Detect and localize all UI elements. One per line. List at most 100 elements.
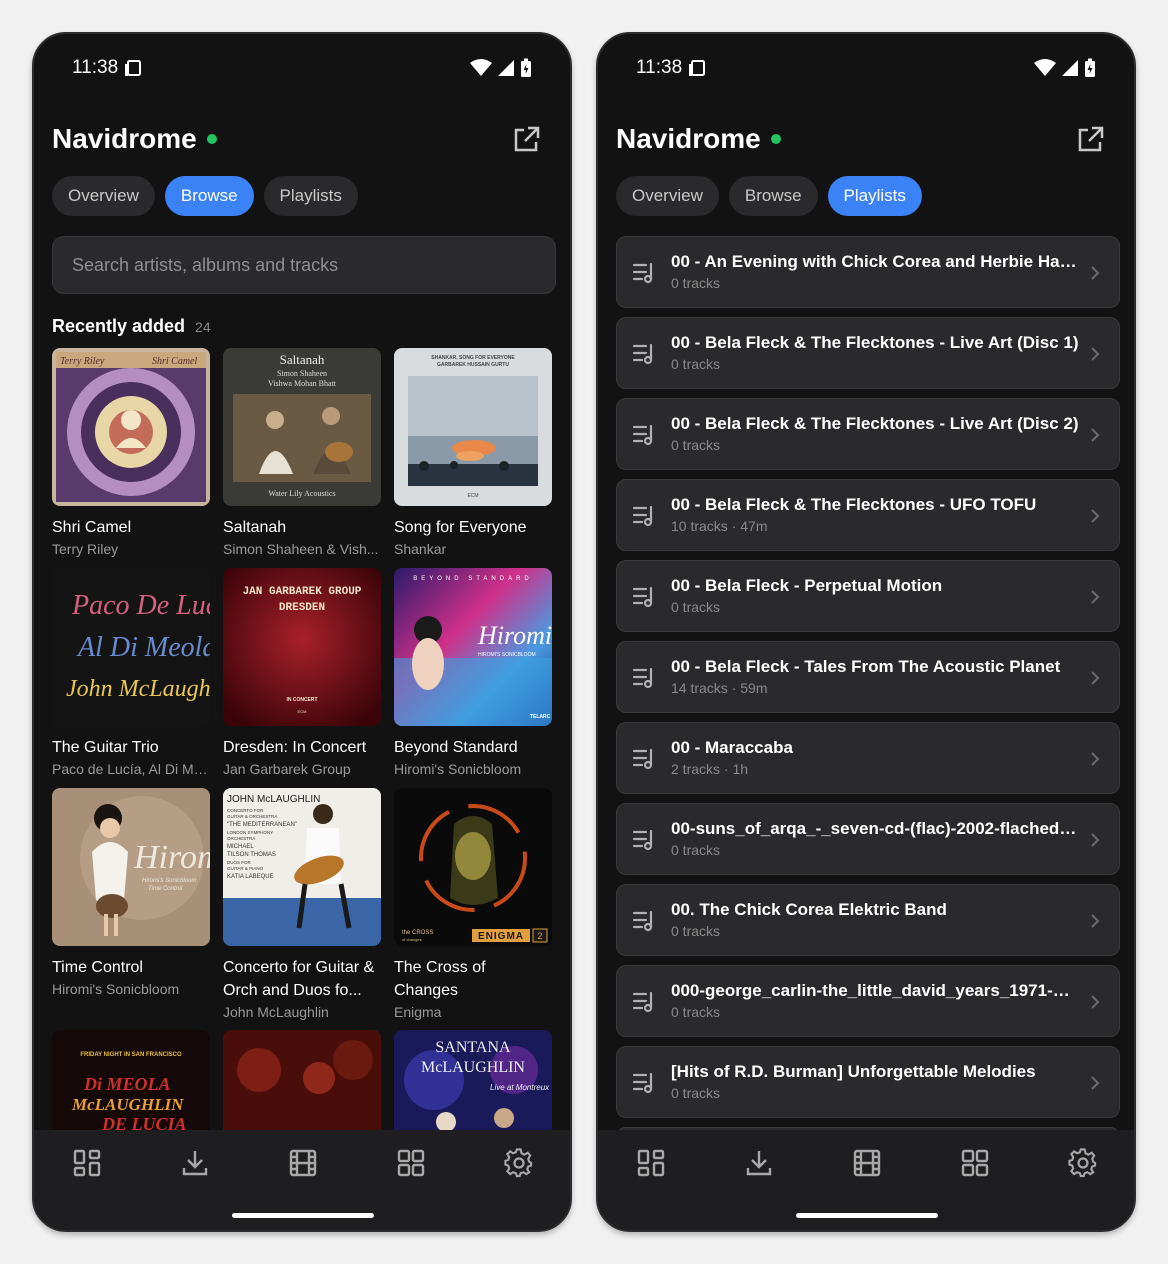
playlist-name: 00 - An Evening with Chick Corea and Her… <box>671 252 1079 271</box>
tab-playlists[interactable]: Playlists <box>827 176 922 216</box>
playlist-row[interactable]: 00-suns_of_arqa_-_seven-cd-(flac)-2002-f… <box>616 803 1120 875</box>
album-artist: Hiromi's Sonicbloom <box>394 761 522 777</box>
chevron-right-icon <box>1091 347 1100 361</box>
album-card[interactable]: Terry Riley Shri Camel Shri Camel Terry … <box>52 348 210 559</box>
album-card[interactable]: JOHN McLAUGHLIN CONCERTO FOR GUITAR & OR… <box>223 788 381 1022</box>
tab-browse[interactable]: Browse <box>164 176 254 216</box>
playlist-icon <box>632 586 653 608</box>
open-external-icon[interactable] <box>1074 124 1106 156</box>
home-indicator[interactable] <box>232 1213 374 1218</box>
film-icon[interactable] <box>852 1148 882 1178</box>
playlist-meta: 0 tracks <box>671 923 721 939</box>
playlist-row[interactable]: 00 - Bela Fleck & The Flecktones - Live … <box>616 398 1120 470</box>
phone-browse: 11:38 Navidrome Overview Browse Playlist… <box>32 32 572 1232</box>
album-title: Shri Camel <box>52 519 132 536</box>
chevron-right-icon <box>1091 266 1100 280</box>
album-card[interactable]: SHANKAR, SONG FOR EVERYONE GARBAREK HUSS… <box>394 348 552 559</box>
apps-grid-icon[interactable] <box>960 1148 990 1178</box>
section-header: Recently added 24 <box>52 316 211 337</box>
playlist-row[interactable]: 00 - Bela Fleck - Tales From The Acousti… <box>616 641 1120 713</box>
playlist-row[interactable]: 00 - Maraccaba 2 tracks · 1h <box>616 722 1120 794</box>
svg-text:HIROMI'S SONICBLOOM: HIROMI'S SONICBLOOM <box>478 652 536 658</box>
svg-text:Water Lily Acoustics: Water Lily Acoustics <box>268 489 335 498</box>
album-title: The Cross of Changes <box>394 959 486 999</box>
playlist-name: 00 - Bela Fleck & The Flecktones - UFO T… <box>671 495 1037 514</box>
tab-overview[interactable]: Overview <box>616 176 719 216</box>
tab-overview[interactable]: Overview <box>52 176 155 216</box>
dashboard-icon[interactable] <box>636 1148 666 1178</box>
album-card[interactable]: Paco De Lucia Al Di Meola John McLaughli… <box>52 568 210 779</box>
svg-text:John McLaughlin: John McLaughlin <box>66 676 210 702</box>
bottom-nav <box>598 1130 1134 1230</box>
chevron-right-icon <box>1091 428 1100 442</box>
playlist-row[interactable]: 00. The Chick Corea Elektric Band 0 track… <box>616 884 1120 956</box>
svg-text:TILSON THOMAS: TILSON THOMAS <box>227 852 276 858</box>
playlist-meta: 2 tracks · 1h <box>671 761 749 777</box>
svg-text:Live at Montreux: Live at Montreux <box>490 1083 550 1092</box>
dashboard-icon[interactable] <box>72 1148 102 1178</box>
svg-text:ORCHESTRA: ORCHESTRA <box>227 836 255 841</box>
phone-playlists: 11:38 Navidrome Overview Browse Playlist… <box>596 32 1136 1232</box>
svg-text:IN CONCERT: IN CONCERT <box>286 697 317 703</box>
album-card[interactable]: JAN GARBAREK GROUP DRESDEN IN CONCERT EC… <box>223 568 381 779</box>
playlist-meta: 14 tracks · 59m <box>671 680 768 696</box>
svg-text:LONDON SYMPHONY: LONDON SYMPHONY <box>227 830 273 835</box>
playlist-row[interactable]: 00 - Bela Fleck - Perpetual Motion 0 trac… <box>616 560 1120 632</box>
svg-text:CONCERTO FOR: CONCERTO FOR <box>227 808 264 813</box>
album-card[interactable]: Hiromi Hiromi's Sonicbloom Time Control … <box>52 788 210 999</box>
tab-browse[interactable]: Browse <box>728 176 818 216</box>
status-bar: 11:38 <box>72 54 532 82</box>
search-input[interactable] <box>72 254 555 276</box>
album-cover: Paco De Lucia Al Di Meola John McLaughli… <box>52 568 210 726</box>
album-title: Song for Everyone <box>394 519 527 536</box>
album-card[interactable]: the CROSS of changes ENIGMA 2 The Cross … <box>394 788 552 1022</box>
svg-text:ECM: ECM <box>467 493 478 499</box>
album-title: Saltanah <box>223 519 287 536</box>
settings-gear-icon[interactable] <box>504 1148 534 1178</box>
svg-text:Paco De Lucia: Paco De Lucia <box>71 590 210 621</box>
apps-grid-icon[interactable] <box>396 1148 426 1178</box>
home-indicator[interactable] <box>796 1213 938 1218</box>
open-external-icon[interactable] <box>510 124 542 156</box>
svg-text:Simon Shaheen: Simon Shaheen <box>277 369 327 378</box>
download-icon[interactable] <box>180 1148 210 1178</box>
svg-text:GUITAR & PIANO: GUITAR & PIANO <box>227 866 264 871</box>
download-icon[interactable] <box>744 1148 774 1178</box>
svg-text:DRESDEN: DRESDEN <box>279 602 325 614</box>
online-status-dot <box>770 134 781 144</box>
album-cover: JOHN McLAUGHLIN CONCERTO FOR GUITAR & OR… <box>223 788 381 946</box>
svg-text:GARBAREK HUSSAIN GURTU: GARBAREK HUSSAIN GURTU <box>437 362 509 368</box>
playlist-icon <box>632 667 653 689</box>
tab-playlists[interactable]: Playlists <box>263 176 358 216</box>
album-cover: Hiromi Hiromi's Sonicbloom Time Control <box>52 788 210 946</box>
svg-text:Hiromi's Sonicbloom: Hiromi's Sonicbloom <box>142 878 197 884</box>
battery-icon <box>521 58 531 77</box>
album-card[interactable]: Saltanah Simon Shaheen Vishwa Mohan Bhat… <box>223 348 381 559</box>
album-card[interactable]: BEYOND STANDARD Hiromi HIROMI'S SONICBLO… <box>394 568 552 779</box>
playlist-name: 000-george_carlin-the_little_david_years… <box>671 981 1079 1000</box>
svg-text:of changes: of changes <box>402 937 422 942</box>
album-title: Dresden: In Concert <box>223 739 367 756</box>
album-cover: Saltanah Simon Shaheen Vishwa Mohan Bhat… <box>223 348 381 506</box>
playlist-row[interactable]: 000-george_carlin-the_little_david_years… <box>616 965 1120 1037</box>
album-cover: Terry Riley Shri Camel <box>52 348 210 506</box>
playlist-name: 00. The Chick Corea Elektric Band <box>671 900 947 919</box>
playlist-row[interactable]: [Hits of R.D. Burman] Unforgettable Melo… <box>616 1046 1120 1118</box>
svg-text:Hiromi: Hiromi <box>133 839 210 876</box>
chevron-right-icon <box>1091 590 1100 604</box>
svg-text:BEYOND STANDARD: BEYOND STANDARD <box>413 576 533 582</box>
playlist-row[interactable]: 00 - Bela Fleck & The Flecktones - Live … <box>616 317 1120 389</box>
bottom-nav <box>34 1130 570 1230</box>
playlist-meta: 0 tracks <box>671 356 721 372</box>
section-count: 24 <box>195 319 211 335</box>
settings-gear-icon[interactable] <box>1068 1148 1098 1178</box>
film-icon[interactable] <box>288 1148 318 1178</box>
svg-text:the CROSS: the CROSS <box>402 930 433 936</box>
svg-text:Hiromi: Hiromi <box>477 621 552 650</box>
playlist-icon <box>632 748 653 770</box>
album-artist: Terry Riley <box>52 541 119 557</box>
album-title: Time Control <box>52 959 143 976</box>
album-title: Beyond Standard <box>394 739 518 756</box>
playlist-row[interactable]: 00 - Bela Fleck & The Flecktones - UFO T… <box>616 479 1120 551</box>
playlist-row[interactable]: 00 - An Evening with Chick Corea and Her… <box>616 236 1120 308</box>
